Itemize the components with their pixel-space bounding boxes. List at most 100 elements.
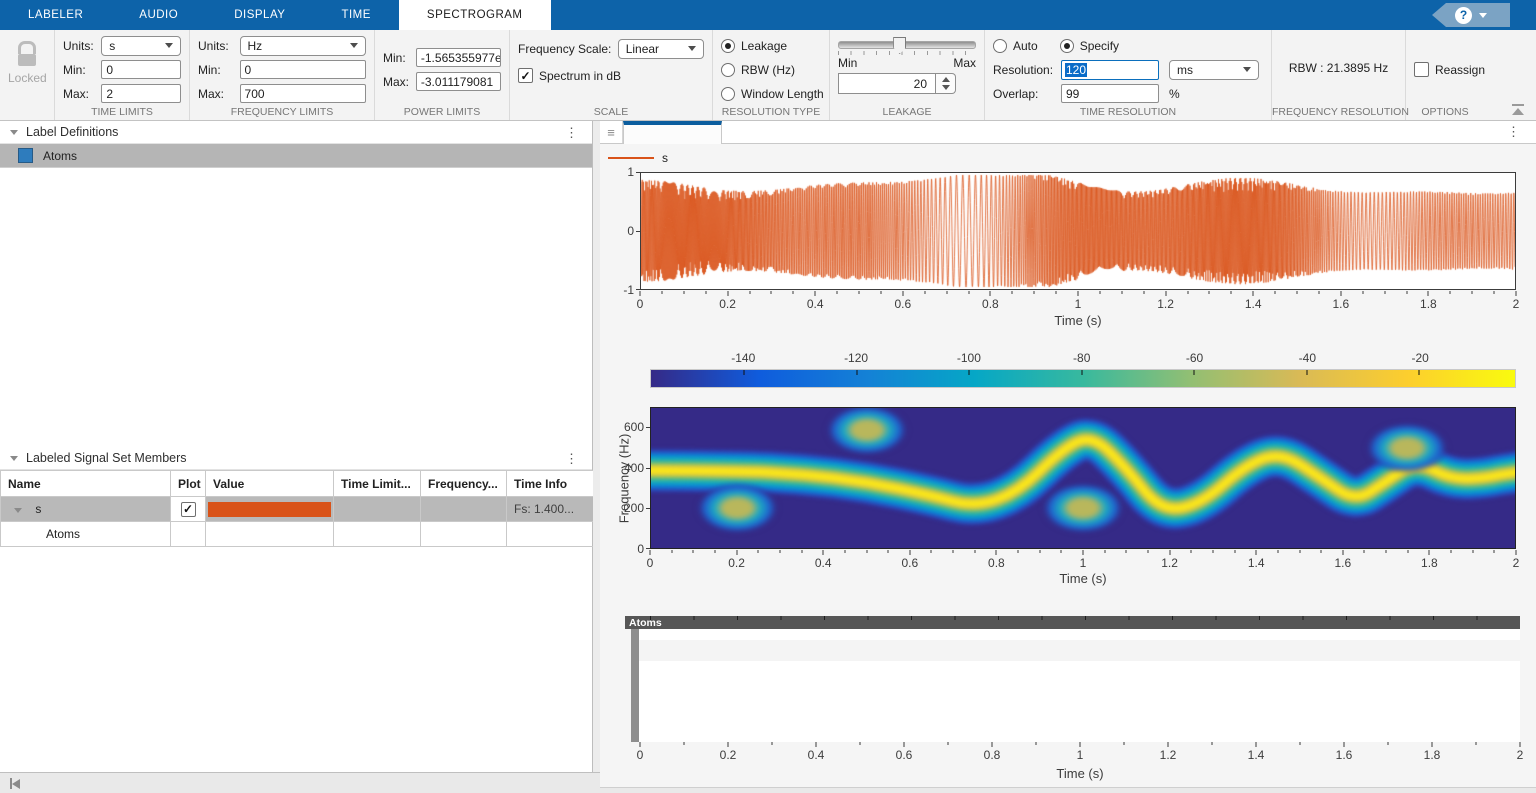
minor-tick-mark — [1277, 550, 1278, 553]
time-units-label: Units: — [63, 39, 97, 53]
leakage-spinner-buttons[interactable] — [936, 73, 956, 94]
kebab-menu-icon[interactable]: ⋮ — [565, 452, 578, 465]
kebab-menu-icon[interactable]: ⋮ — [1507, 124, 1520, 140]
label-definitions-header[interactable]: Label Definitions ⋮ — [0, 121, 592, 144]
tick-label: 2 — [1513, 556, 1520, 570]
left-panel: Label Definitions ⋮ Atoms Labeled Signal… — [0, 121, 593, 772]
row-expand-icon[interactable] — [14, 508, 22, 513]
spectrogram-plot[interactable] — [650, 407, 1516, 549]
atoms-track-plot[interactable] — [639, 629, 1520, 742]
time-max-value: 2 — [106, 87, 113, 101]
tick-mark — [650, 550, 651, 555]
minor-tick-mark — [953, 550, 954, 553]
tab-display[interactable]: DISPLAY — [206, 0, 313, 30]
section-title: SCALE — [510, 106, 712, 118]
horizontal-scrollbar[interactable] — [0, 772, 600, 793]
help-button[interactable]: ? — [1432, 3, 1510, 27]
colorbar[interactable] — [650, 369, 1516, 388]
tab-labeler[interactable]: LABELER — [0, 0, 111, 30]
power-max-input[interactable]: -3.011179081 — [416, 72, 501, 91]
panel-splitter[interactable] — [593, 121, 600, 772]
legend-label: s — [662, 151, 668, 165]
tab-time[interactable]: TIME — [313, 0, 398, 30]
tick-mark — [1340, 291, 1341, 296]
tick-mark — [636, 289, 640, 290]
lock-button[interactable]: Locked — [8, 41, 46, 85]
col-frequency[interactable]: Frequency... — [421, 471, 507, 497]
table-row-signal-s[interactable]: s ✓ Fs: 1.400... — [1, 497, 594, 522]
minor-tick-mark — [1147, 550, 1148, 553]
plot-tab[interactable] — [623, 121, 722, 144]
freq-max-value: 700 — [245, 87, 265, 101]
members-header[interactable]: Labeled Signal Set Members ⋮ — [0, 447, 592, 470]
leakage-radio[interactable] — [721, 39, 735, 53]
tick-label: 1.6 — [1334, 556, 1351, 570]
signal-plot[interactable] — [640, 172, 1516, 290]
overlap-input[interactable]: 99 — [1061, 84, 1159, 103]
window-length-radio[interactable] — [721, 87, 735, 101]
label-definition-name: Atoms — [43, 149, 77, 163]
colorbar-tick-label: -100 — [957, 351, 981, 365]
signal-color-bar[interactable] — [208, 502, 331, 517]
section-time-limits: Units: s Min: 0 Max: 2 TIME LIMITS — [55, 30, 190, 120]
col-time-info[interactable]: Time Info — [507, 471, 594, 497]
resolution-input[interactable]: 120 — [1061, 60, 1159, 80]
collapse-toolstrip-button[interactable] — [1512, 104, 1524, 115]
tick-mark — [1078, 291, 1079, 296]
kebab-menu-icon[interactable]: ⋮ — [565, 126, 578, 139]
tick-mark — [640, 742, 641, 747]
minor-tick-mark — [974, 550, 975, 553]
cell-time-limit[interactable] — [334, 497, 421, 522]
reassign-checkbox[interactable] — [1414, 62, 1429, 77]
plot-checkbox[interactable]: ✓ — [181, 502, 196, 517]
tick-mark — [1516, 550, 1517, 555]
collapse-triangle-icon[interactable] — [10, 130, 18, 135]
minor-tick-mark — [1099, 291, 1100, 294]
label-definition-item-atoms[interactable]: Atoms — [0, 144, 592, 168]
spinner-down-icon[interactable] — [942, 85, 950, 90]
time-units-dropdown[interactable]: s — [101, 36, 181, 56]
rbw-radio[interactable] — [721, 63, 735, 77]
col-plot[interactable]: Plot — [171, 471, 206, 497]
freq-scale-dropdown[interactable]: Linear — [618, 39, 704, 59]
tab-audio[interactable]: AUDIO — [111, 0, 206, 30]
spinner-up-icon[interactable] — [942, 77, 950, 82]
resolution-unit-dropdown[interactable]: ms — [1169, 60, 1259, 80]
time-max-input[interactable]: 2 — [101, 84, 181, 103]
col-value[interactable]: Value — [206, 471, 334, 497]
specify-radio[interactable] — [1060, 39, 1074, 53]
freq-min-input[interactable]: 0 — [240, 60, 366, 79]
tick-label: 1.8 — [1421, 556, 1438, 570]
minor-tick-mark — [1018, 550, 1019, 553]
leakage-value-input[interactable]: 20 — [838, 73, 936, 94]
chevron-down-icon — [165, 43, 173, 48]
cell-time-info[interactable]: Fs: 1.400... — [507, 497, 594, 522]
power-min-input[interactable]: -1.565355977e+2 — [416, 48, 501, 67]
cell-frequency[interactable] — [421, 497, 507, 522]
freq-units-dropdown[interactable]: Hz — [240, 36, 367, 56]
col-time-limit[interactable]: Time Limit... — [334, 471, 421, 497]
auto-radio-label: Auto — [1013, 39, 1038, 53]
tick-label: 2 — [1513, 297, 1520, 311]
minor-tick-mark — [1275, 291, 1276, 294]
leakage-slider[interactable] — [838, 41, 976, 49]
tab-spectrogram[interactable]: SPECTROGRAM — [399, 0, 551, 30]
table-row-label-atoms[interactable]: Atoms — [1, 522, 594, 547]
scroll-to-start-icon[interactable] — [10, 778, 20, 789]
atoms-track-left-bar[interactable] — [631, 629, 639, 742]
col-name[interactable]: Name — [1, 471, 171, 497]
atoms-track-header[interactable]: Atoms — [625, 616, 1520, 629]
freq-max-input[interactable]: 700 — [240, 84, 366, 103]
hamburger-menu-button[interactable]: ≡ — [600, 121, 623, 143]
collapse-triangle-icon[interactable] — [10, 456, 18, 461]
tick-label: 0 — [637, 748, 644, 762]
minor-tick-mark — [1297, 291, 1298, 294]
tick-mark — [1256, 742, 1257, 747]
time-units-value: s — [109, 39, 115, 53]
spectrum-db-checkbox[interactable]: ✓ — [518, 68, 533, 83]
colorbar-tick-mark — [969, 370, 970, 375]
time-min-input[interactable]: 0 — [101, 60, 181, 79]
auto-radio[interactable] — [993, 39, 1007, 53]
colorbar-tick-mark — [744, 370, 745, 375]
leakage-value: 20 — [914, 77, 927, 91]
